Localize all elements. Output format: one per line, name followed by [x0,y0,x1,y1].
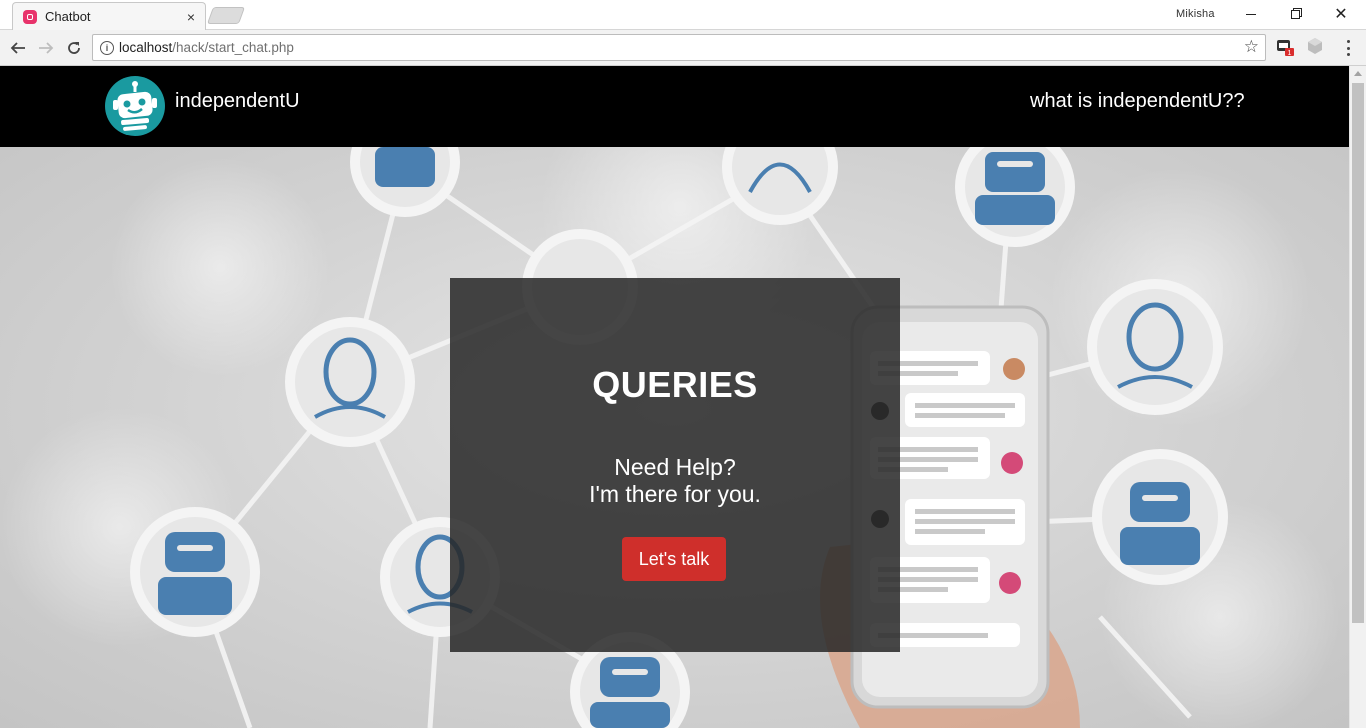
site-header: independentU what is independentU?? [0,66,1349,147]
card-support-text: I'm there for you. [589,481,761,507]
url-host: localhost [119,40,173,55]
queries-card: QUERIES Need Help? I'm there for you. Le… [450,278,900,652]
nav-link-about[interactable]: what is independentU?? [1030,90,1245,113]
forward-arrow-icon [39,42,54,54]
brand-name[interactable]: independentU [175,90,300,113]
extension-badge: 1 [1288,50,1292,57]
scroll-up-arrow-icon[interactable] [1354,71,1362,76]
page-viewport: independentU what is independentU?? QUER… [0,66,1366,728]
extension-shield-icon[interactable] [1306,37,1324,55]
restore-icon [1290,9,1300,19]
new-tab-button[interactable] [206,7,246,24]
profile-name[interactable]: Mikisha [1176,8,1215,20]
scroll-thumb[interactable] [1352,83,1364,623]
chatbot-favicon-icon [23,9,37,24]
card-title: QUERIES [592,364,758,405]
extension-chat-icon[interactable]: 1 [1276,38,1294,57]
card-help-text: Need Help? [614,454,736,480]
tab-close-icon[interactable]: × [187,9,195,25]
page-scrollbar[interactable] [1349,66,1366,728]
address-bar[interactable]: i localhost/hack/start_chat.php ☆ [92,34,1266,61]
back-arrow-icon [10,42,25,54]
window-restore-button[interactable] [1280,4,1310,24]
url-text[interactable]: localhost/hack/start_chat.php [119,40,294,55]
window-minimize-button[interactable] [1236,4,1266,24]
minimize-icon [1246,13,1256,15]
reload-button[interactable] [64,38,84,58]
back-button[interactable] [8,38,28,58]
browser-titlebar: Chatbot × Mikisha ✕ [0,0,1366,30]
window-close-button[interactable]: ✕ [1326,4,1356,24]
browser-menu-icon[interactable] [1340,38,1356,58]
bookmark-star-icon[interactable]: ☆ [1244,38,1259,56]
tab-title: Chatbot [45,9,91,24]
site-info-icon[interactable]: i [100,41,114,55]
robot-logo-icon[interactable] [105,76,165,136]
forward-button[interactable] [36,38,56,58]
browser-toolbar: i localhost/hack/start_chat.php ☆ 1 [0,30,1366,66]
hero-section: QUERIES Need Help? I'm there for you. Le… [0,147,1349,728]
lets-talk-button[interactable]: Let's talk [622,537,726,581]
tab-content: Chatbot × [23,9,203,25]
browser-tab[interactable]: Chatbot × [12,2,206,30]
reload-icon [68,42,80,54]
url-path: /hack/start_chat.php [172,40,294,55]
